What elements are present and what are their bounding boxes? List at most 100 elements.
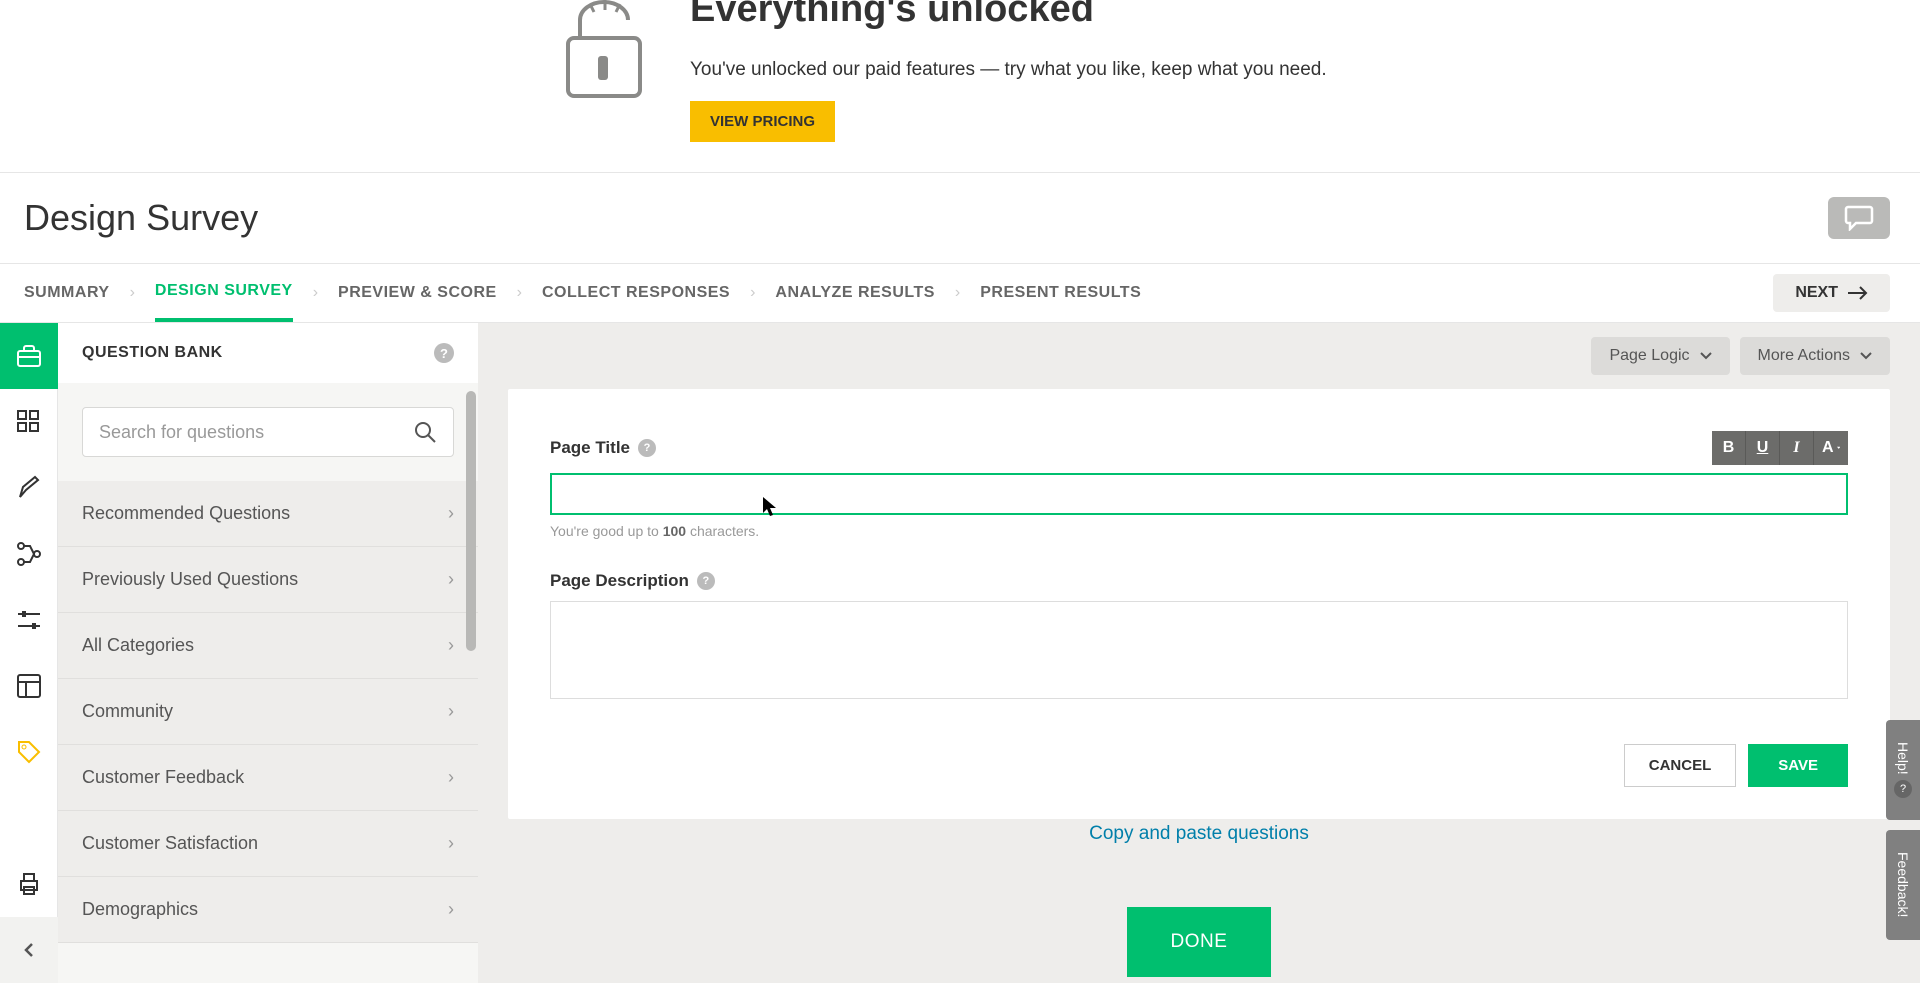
category-label: Demographics — [82, 899, 198, 920]
branch-icon — [16, 541, 42, 567]
comments-button[interactable] — [1828, 197, 1890, 239]
help-icon[interactable]: ? — [697, 572, 715, 590]
category-label: Recommended Questions — [82, 503, 290, 524]
nav-step-preview-score[interactable]: PREVIEW & SCORE — [338, 266, 497, 320]
search-input[interactable] — [99, 422, 413, 443]
layout-icon — [16, 673, 42, 699]
chevron-right-icon: › — [448, 635, 454, 656]
main-canvas: Page Logic More Actions Page Title ? B U… — [478, 323, 1920, 983]
help-icon[interactable]: ? — [434, 343, 454, 363]
caret-down-icon — [1860, 352, 1872, 360]
nav-step-summary[interactable]: SUMMARY — [24, 266, 110, 320]
breadcrumb: SUMMARY › DESIGN SURVEY › PREVIEW & SCOR… — [24, 264, 1141, 322]
banner-title: Everything's unlocked — [690, 0, 1327, 31]
help-tab-label: Help! — [1895, 742, 1911, 775]
caret-down-icon — [1837, 445, 1840, 451]
question-bank-sidebar: QUESTION BANK ? Recommended Questions › P… — [58, 323, 478, 983]
rail-builder[interactable] — [0, 389, 58, 455]
category-label: Customer Satisfaction — [82, 833, 258, 854]
left-icon-rail — [0, 323, 58, 983]
view-pricing-button[interactable]: VIEW PRICING — [690, 101, 835, 142]
page-description-input[interactable] — [550, 601, 1848, 699]
page-logic-dropdown[interactable]: Page Logic — [1591, 337, 1729, 375]
category-label: Community — [82, 701, 173, 722]
copy-paste-questions-link[interactable]: Copy and paste questions — [1089, 823, 1309, 844]
underline-button[interactable]: U — [1746, 431, 1780, 465]
arrow-right-icon — [1848, 286, 1868, 300]
search-box[interactable] — [82, 407, 454, 457]
tag-icon — [16, 739, 42, 765]
char-hint-pre: You're good up to — [550, 523, 663, 539]
sliders-icon — [16, 607, 42, 633]
next-button[interactable]: NEXT — [1773, 274, 1890, 312]
category-label: Customer Feedback — [82, 767, 244, 788]
chevron-right-icon: › — [313, 284, 318, 302]
save-button[interactable]: SAVE — [1748, 744, 1848, 787]
nav-step-analyze-results[interactable]: ANALYZE RESULTS — [775, 266, 935, 320]
category-recommended-questions[interactable]: Recommended Questions › — [58, 481, 478, 547]
chevron-left-icon — [21, 942, 37, 958]
cancel-button[interactable]: CANCEL — [1624, 744, 1737, 787]
grid-icon — [16, 409, 42, 435]
caret-down-icon — [1700, 352, 1712, 360]
page-title-label: Page Title — [550, 438, 630, 458]
chevron-right-icon: › — [448, 701, 454, 722]
rail-tags[interactable] — [0, 719, 58, 785]
printer-icon — [16, 871, 42, 897]
search-icon — [413, 420, 437, 444]
chevron-right-icon: › — [130, 284, 135, 302]
chevron-right-icon: › — [448, 833, 454, 854]
char-limit-hint: You're good up to 100 characters. — [550, 523, 1848, 539]
rail-appearance[interactable] — [0, 455, 58, 521]
rail-print[interactable] — [0, 851, 58, 917]
category-customer-satisfaction[interactable]: Customer Satisfaction › — [58, 811, 478, 877]
chevron-right-icon: › — [448, 767, 454, 788]
rail-themes[interactable] — [0, 653, 58, 719]
category-community[interactable]: Community › — [58, 679, 478, 745]
rail-collapse[interactable] — [0, 917, 58, 983]
more-actions-label: More Actions — [1758, 347, 1850, 365]
page-description-label: Page Description — [550, 571, 689, 591]
char-hint-num: 100 — [663, 523, 686, 539]
help-dot-icon: ? — [1894, 780, 1912, 798]
page-title-input[interactable] — [550, 473, 1848, 515]
unlocked-lock-icon — [550, 0, 660, 105]
page-logic-label: Page Logic — [1609, 347, 1689, 365]
next-button-label: NEXT — [1795, 284, 1838, 302]
briefcase-icon — [16, 343, 42, 369]
chevron-right-icon: › — [448, 503, 454, 524]
text-color-label: A — [1822, 439, 1834, 457]
nav-step-present-results[interactable]: PRESENT RESULTS — [980, 266, 1141, 320]
category-label: All Categories — [82, 635, 194, 656]
category-previously-used-questions[interactable]: Previously Used Questions› — [58, 547, 478, 613]
page-editor-panel: Page Title ? B U I A You're good up to 1… — [508, 389, 1890, 819]
banner-subtitle: You've unlocked our paid features — try … — [690, 59, 1327, 81]
chevron-right-icon: › — [448, 899, 454, 920]
chevron-right-icon: › — [517, 284, 522, 302]
more-actions-dropdown[interactable]: More Actions — [1740, 337, 1890, 375]
feedback-tab-label: Feedback! — [1895, 852, 1911, 917]
italic-button[interactable]: I — [1780, 431, 1814, 465]
chevron-right-icon: › — [448, 569, 454, 590]
category-customer-feedback[interactable]: Customer Feedback › — [58, 745, 478, 811]
help-icon[interactable]: ? — [638, 439, 656, 457]
speech-bubble-icon — [1844, 205, 1874, 231]
help-side-tab[interactable]: Help! ? — [1886, 720, 1920, 820]
done-button[interactable]: DONE — [1127, 907, 1272, 977]
chevron-right-icon: › — [750, 284, 755, 302]
rail-logic[interactable] — [0, 521, 58, 587]
rail-options[interactable] — [0, 587, 58, 653]
bold-button[interactable]: B — [1712, 431, 1746, 465]
feedback-side-tab[interactable]: Feedback! — [1886, 830, 1920, 940]
format-toolbar: B U I A — [1712, 431, 1848, 465]
text-color-button[interactable]: A — [1814, 431, 1848, 465]
rail-question-bank[interactable] — [0, 323, 58, 389]
category-all-categories[interactable]: All Categories › — [58, 613, 478, 679]
char-hint-post: characters. — [686, 523, 759, 539]
nav-step-collect-responses[interactable]: COLLECT RESPONSES — [542, 266, 730, 320]
nav-step-design-survey[interactable]: DESIGN SURVEY — [155, 264, 293, 322]
sidebar-title: QUESTION BANK — [82, 344, 223, 362]
sidebar-scrollbar[interactable] — [464, 391, 478, 651]
category-demographics[interactable]: Demographics › — [58, 877, 478, 943]
chevron-right-icon: › — [955, 284, 960, 302]
